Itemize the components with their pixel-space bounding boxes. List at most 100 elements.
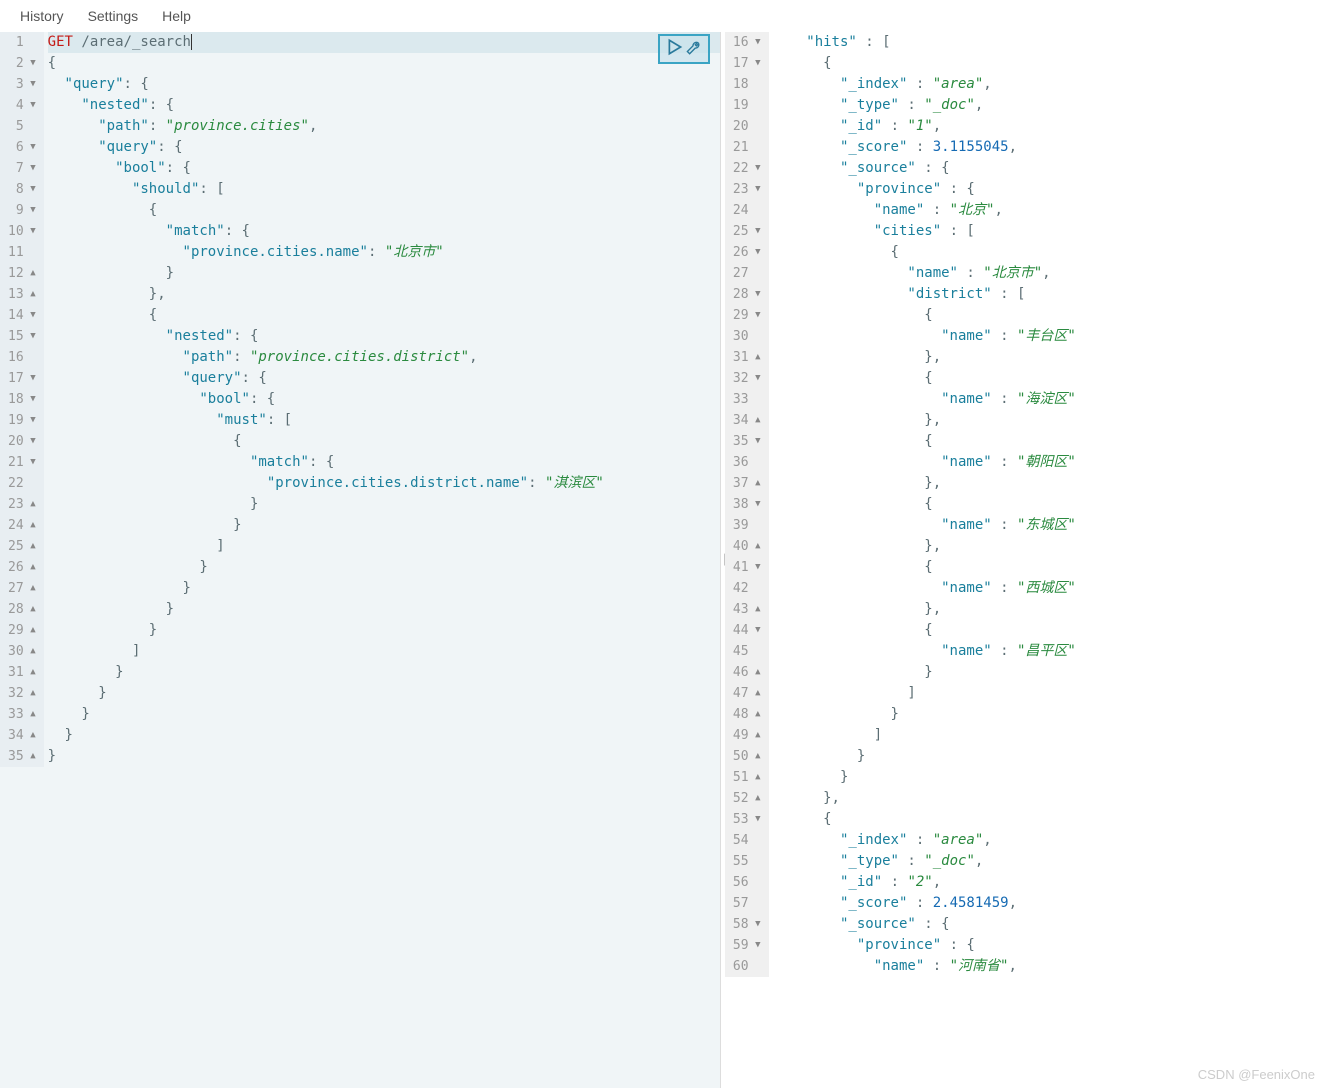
fold-open-icon[interactable]: ▼ [26, 200, 36, 221]
fold-open-icon[interactable]: ▼ [26, 158, 36, 179]
fold-close-icon[interactable]: ▲ [751, 473, 761, 494]
request-pane[interactable]: 12▼3▼4▼56▼7▼8▼9▼10▼1112▲13▲14▼15▼1617▼18… [0, 32, 721, 1088]
code-line[interactable]: "must": [ [48, 410, 720, 431]
fold-open-icon[interactable]: ▼ [26, 74, 36, 95]
fold-open-icon[interactable]: ▼ [26, 431, 36, 452]
fold-close-icon[interactable]: ▲ [751, 788, 761, 809]
code-line[interactable]: "nested": { [48, 95, 720, 116]
fold-close-icon[interactable]: ▲ [26, 536, 36, 557]
fold-open-icon[interactable]: ▼ [751, 620, 761, 641]
code-line[interactable]: GET /area/_search [48, 32, 720, 53]
code-line[interactable]: } [48, 746, 720, 767]
fold-close-icon[interactable]: ▲ [751, 662, 761, 683]
code-line[interactable]: } [48, 557, 720, 578]
code-line[interactable]: "match": { [48, 452, 720, 473]
play-icon[interactable] [666, 38, 684, 60]
fold-close-icon[interactable]: ▲ [26, 683, 36, 704]
code-line[interactable]: "path": "province.cities", [48, 116, 720, 137]
request-code[interactable]: GET /area/_search{ "query": { "nested": … [44, 32, 720, 767]
fold-close-icon[interactable]: ▲ [26, 746, 36, 767]
code-line[interactable]: ] [48, 641, 720, 662]
fold-open-icon[interactable]: ▼ [751, 494, 761, 515]
fold-open-icon[interactable]: ▼ [751, 32, 761, 53]
fold-open-icon[interactable]: ▼ [751, 935, 761, 956]
response-pane[interactable]: 16▼17▼1819202122▼23▼2425▼26▼2728▼29▼3031… [725, 32, 1335, 1088]
fold-open-icon[interactable]: ▼ [751, 809, 761, 830]
fold-close-icon[interactable]: ▲ [26, 704, 36, 725]
fold-close-icon[interactable]: ▲ [751, 704, 761, 725]
fold-open-icon[interactable]: ▼ [751, 158, 761, 179]
code-line[interactable]: "province.cities.district.name": "淇滨区" [48, 473, 720, 494]
code-line[interactable]: } [48, 725, 720, 746]
code-line[interactable]: "bool": { [48, 389, 720, 410]
code-line[interactable]: { [48, 53, 720, 74]
code-line[interactable]: "match": { [48, 221, 720, 242]
wrench-icon[interactable] [684, 38, 702, 60]
fold-close-icon[interactable]: ▲ [751, 725, 761, 746]
code-line[interactable]: }, [48, 284, 720, 305]
code-line[interactable]: { [48, 305, 720, 326]
fold-close-icon[interactable]: ▲ [26, 599, 36, 620]
fold-open-icon[interactable]: ▼ [751, 53, 761, 74]
fold-close-icon[interactable]: ▲ [26, 494, 36, 515]
code-line[interactable]: { [48, 200, 720, 221]
menu-history[interactable]: History [20, 8, 64, 24]
fold-close-icon[interactable]: ▲ [751, 746, 761, 767]
fold-open-icon[interactable]: ▼ [26, 95, 36, 116]
fold-close-icon[interactable]: ▲ [751, 683, 761, 704]
fold-open-icon[interactable]: ▼ [26, 410, 36, 431]
fold-open-icon[interactable]: ▼ [751, 557, 761, 578]
fold-close-icon[interactable]: ▲ [751, 536, 761, 557]
code-line[interactable]: { [48, 431, 720, 452]
code-line[interactable]: } [48, 683, 720, 704]
fold-open-icon[interactable]: ▼ [751, 914, 761, 935]
fold-open-icon[interactable]: ▼ [26, 368, 36, 389]
code-line[interactable]: } [48, 599, 720, 620]
fold-open-icon[interactable]: ▼ [26, 137, 36, 158]
fold-open-icon[interactable]: ▼ [26, 326, 36, 347]
fold-open-icon[interactable]: ▼ [751, 221, 761, 242]
fold-open-icon[interactable]: ▼ [751, 242, 761, 263]
code-line[interactable]: ] [48, 536, 720, 557]
fold-open-icon[interactable]: ▼ [26, 53, 36, 74]
fold-open-icon[interactable]: ▼ [26, 452, 36, 473]
code-line[interactable]: "province.cities.name": "北京市" [48, 242, 720, 263]
code-line[interactable]: "should": [ [48, 179, 720, 200]
code-line[interactable]: } [48, 662, 720, 683]
code-line[interactable]: "bool": { [48, 158, 720, 179]
fold-close-icon[interactable]: ▲ [26, 557, 36, 578]
code-line[interactable]: "query": { [48, 74, 720, 95]
fold-open-icon[interactable]: ▼ [26, 305, 36, 326]
code-line[interactable]: } [48, 620, 720, 641]
fold-close-icon[interactable]: ▲ [26, 620, 36, 641]
menu-settings[interactable]: Settings [88, 8, 139, 24]
menu-help[interactable]: Help [162, 8, 191, 24]
fold-close-icon[interactable]: ▲ [751, 410, 761, 431]
code-line[interactable]: "nested": { [48, 326, 720, 347]
fold-open-icon[interactable]: ▼ [751, 179, 761, 200]
fold-open-icon[interactable]: ▼ [751, 305, 761, 326]
fold-open-icon[interactable]: ▼ [751, 368, 761, 389]
fold-open-icon[interactable]: ▼ [751, 284, 761, 305]
code-line[interactable]: } [48, 578, 720, 599]
fold-open-icon[interactable]: ▼ [26, 221, 36, 242]
fold-close-icon[interactable]: ▲ [26, 662, 36, 683]
fold-close-icon[interactable]: ▲ [26, 578, 36, 599]
fold-close-icon[interactable]: ▲ [26, 515, 36, 536]
code-line[interactable]: } [48, 515, 720, 536]
fold-open-icon[interactable]: ▼ [26, 179, 36, 200]
code-line[interactable]: "query": { [48, 368, 720, 389]
fold-close-icon[interactable]: ▲ [26, 641, 36, 662]
code-line[interactable]: "path": "province.cities.district", [48, 347, 720, 368]
fold-close-icon[interactable]: ▲ [751, 767, 761, 788]
fold-close-icon[interactable]: ▲ [26, 725, 36, 746]
fold-close-icon[interactable]: ▲ [751, 347, 761, 368]
fold-close-icon[interactable]: ▲ [26, 263, 36, 284]
code-line[interactable]: } [48, 704, 720, 725]
request-editor[interactable]: 12▼3▼4▼56▼7▼8▼9▼10▼1112▲13▲14▼15▼1617▼18… [0, 32, 720, 767]
fold-close-icon[interactable]: ▲ [751, 599, 761, 620]
code-line[interactable]: } [48, 263, 720, 284]
fold-close-icon[interactable]: ▲ [26, 284, 36, 305]
code-line[interactable]: "query": { [48, 137, 720, 158]
fold-open-icon[interactable]: ▼ [26, 389, 36, 410]
